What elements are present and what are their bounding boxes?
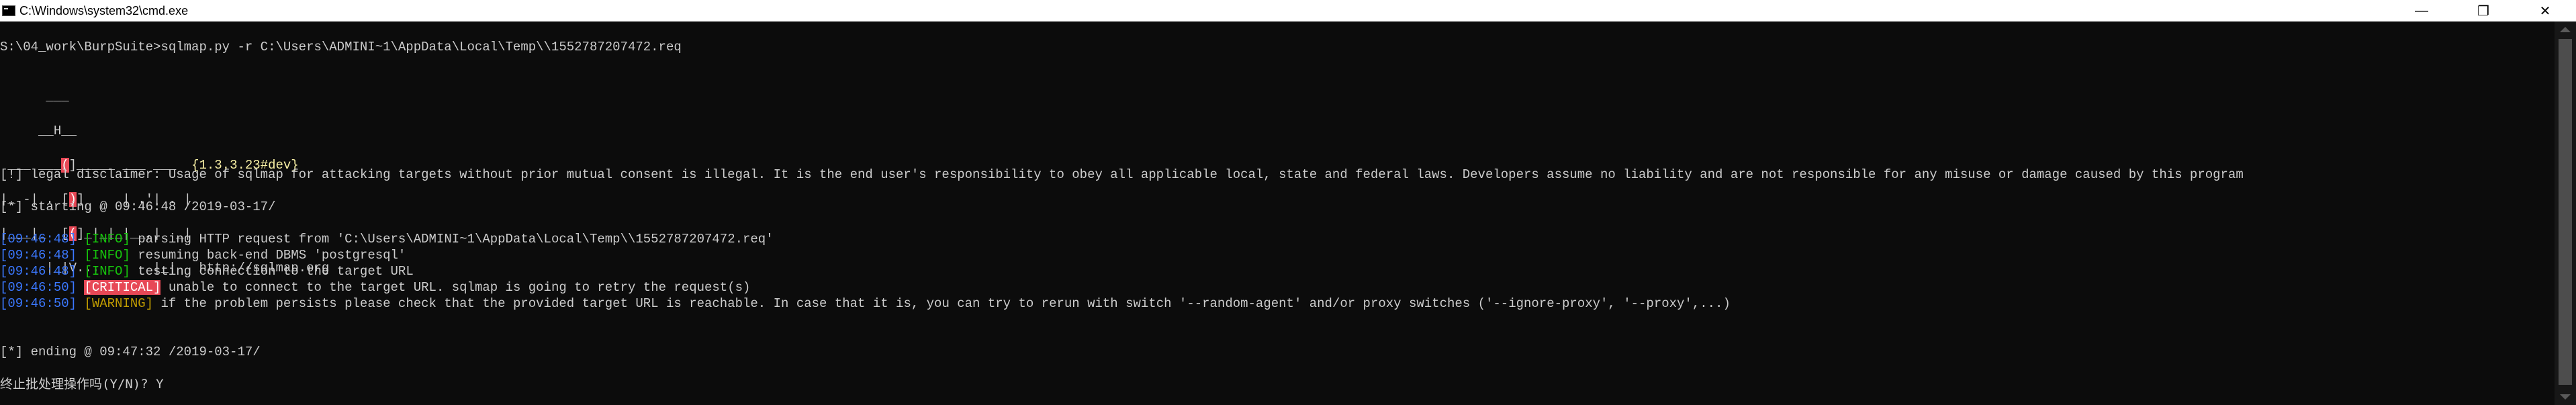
window-controls: — ❐ ✕ bbox=[2391, 0, 2576, 21]
log-timestamp: [09:46:48] bbox=[0, 248, 77, 263]
log-message: testing connection to the target URL bbox=[130, 264, 414, 279]
banner-row-2: __H__ bbox=[0, 124, 329, 138]
command-line: S:\04_work\BurpSuite>sqlmap.py -r C:\Use… bbox=[0, 40, 682, 54]
close-button[interactable]: ✕ bbox=[2514, 0, 2576, 21]
log-message: if the problem persists please check tha… bbox=[153, 296, 1731, 311]
log-line: [09:46:48] [INFO] resuming back-end DBMS… bbox=[0, 247, 406, 263]
log-level-warning: [WARNING] bbox=[84, 296, 154, 311]
vertical-scrollbar[interactable] bbox=[2555, 21, 2576, 405]
log-line: [09:46:50] [WARNING] if the problem pers… bbox=[0, 296, 1731, 312]
scroll-up-icon[interactable] bbox=[2560, 27, 2571, 32]
banner-row-1: ___ bbox=[0, 89, 69, 104]
log-level: [INFO] bbox=[84, 232, 130, 246]
console-area[interactable]: S:\04_work\BurpSuite>sqlmap.py -r C:\Use… bbox=[0, 21, 2555, 405]
minimize-button[interactable]: — bbox=[2391, 0, 2452, 21]
log-message: resuming back-end DBMS 'postgresql' bbox=[130, 248, 406, 263]
banner-row-2-text: __H__ bbox=[0, 124, 77, 138]
log-message: unable to connect to the target URL. sql… bbox=[160, 280, 751, 295]
log-level: [INFO] bbox=[84, 264, 130, 279]
log-level-critical: [CRITICAL] bbox=[84, 280, 161, 295]
log-timestamp: [09:46:50] bbox=[0, 280, 77, 295]
window-titlebar[interactable]: C:\Windows\system32\cmd.exe — ❐ ✕ bbox=[0, 0, 2576, 21]
scroll-thumb[interactable] bbox=[2559, 39, 2572, 385]
batch-prompt: 终止批处理操作吗(Y/N)? Y bbox=[0, 377, 164, 392]
log-line: [09:46:48] [INFO] testing connection to … bbox=[0, 263, 414, 279]
cmd-icon bbox=[2, 5, 15, 16]
scroll-down-icon[interactable] bbox=[2560, 394, 2571, 400]
legal-disclaimer: [!] legal disclaimer: Usage of sqlmap fo… bbox=[0, 167, 2244, 182]
log-level: [INFO] bbox=[84, 248, 130, 263]
log-message: parsing HTTP request from 'C:\Users\ADMI… bbox=[130, 232, 774, 246]
starting-line: [*] starting @ 09:46:48 /2019-03-17/ bbox=[0, 199, 276, 214]
log-line: [09:46:50] [CRITICAL] unable to connect … bbox=[0, 279, 750, 296]
ending-line: [*] ending @ 09:47:32 /2019-03-17/ bbox=[0, 345, 261, 359]
log-timestamp: [09:46:48] bbox=[0, 232, 77, 246]
log-line: [09:46:48] [INFO] parsing HTTP request f… bbox=[0, 231, 774, 247]
window-title: C:\Windows\system32\cmd.exe bbox=[19, 3, 189, 17]
log-timestamp: [09:46:48] bbox=[0, 264, 77, 279]
log-timestamp: [09:46:50] bbox=[0, 296, 77, 311]
maximize-button[interactable]: ❐ bbox=[2452, 0, 2514, 21]
